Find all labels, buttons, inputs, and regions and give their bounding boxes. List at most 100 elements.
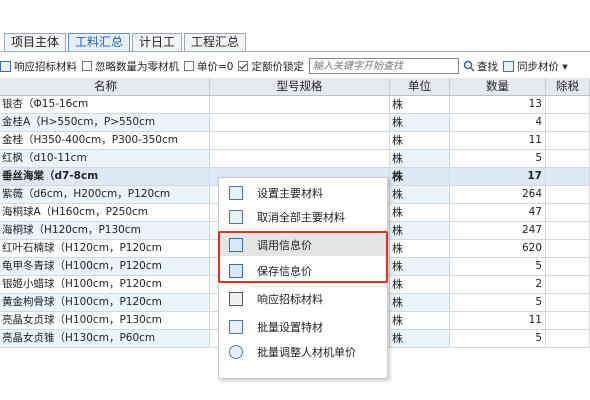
cell-unit[interactable]: 株 [390,186,450,203]
menu-item-respond-bid-material[interactable]: 响应招标材料 [219,288,387,310]
cell-tax[interactable] [546,312,590,329]
search-input[interactable] [308,58,459,74]
cell-tax[interactable] [546,294,590,311]
cell-qty[interactable]: 2 [450,276,546,293]
cell-qty[interactable]: 5 [450,330,546,347]
cell-name[interactable]: 海桐球A（H160cm，P250cm [0,204,210,221]
cell-tax[interactable] [546,204,590,221]
cell-name[interactable]: 海桐球（H120cm，P130cm [0,222,210,239]
cell-tax[interactable] [546,240,590,257]
quota-lock-box[interactable] [238,61,249,71]
respond-bid-icon [0,60,11,72]
cell-unit[interactable]: 株 [390,276,450,293]
cell-qty[interactable]: 17 [450,168,546,185]
cell-tax[interactable] [546,150,590,167]
cell-unit[interactable]: 株 [390,204,450,221]
cell-tax[interactable] [546,132,590,149]
sync-price-button[interactable]: 同步材价 ▾ [502,59,568,74]
col-header-qty[interactable]: 数量 [450,78,546,95]
cell-qty[interactable]: 11 [450,132,546,149]
cell-tax[interactable] [546,186,590,203]
cell-name[interactable]: 垂丝海棠（d7-8cm [0,168,210,185]
sync-price-label: 同步材价 ▾ [516,60,568,73]
cell-qty[interactable]: 5 [450,294,546,311]
cell-unit[interactable]: 株 [390,168,450,185]
ignore-zero-box[interactable] [82,61,92,71]
cell-name[interactable]: 金桂（H350-400cm，P300-350cm [0,132,210,149]
cell-qty[interactable]: 620 [450,240,546,257]
table-row[interactable]: 金桂（H350-400cm，P300-350cm 株 11 [0,132,590,150]
menu-label: 取消全部主要材料 [257,211,345,224]
cell-spec[interactable] [210,150,390,167]
cell-name[interactable]: 龟甲冬青球（H100cm，P120cm [0,258,210,275]
respond-bid-material-icon [229,292,243,306]
cell-spec[interactable] [210,114,390,131]
table-row[interactable]: 银杏（Φ15-16cm 株 13 [0,96,590,114]
cell-unit[interactable]: 株 [390,150,450,167]
cell-unit[interactable]: 株 [390,240,450,257]
cell-qty[interactable]: 11 [450,312,546,329]
unit-price-zero-box[interactable] [184,61,194,71]
tab-project-main[interactable]: 项目主体 [4,33,67,51]
cell-qty[interactable]: 47 [450,204,546,221]
col-header-name[interactable]: 名称 [0,78,210,95]
cell-name[interactable]: 紫薇（d6cm，H200cm，P120cm [0,186,210,203]
cell-tax[interactable] [546,114,590,131]
highlight-annotation-box [218,231,388,283]
quota-lock-label: 定额价锁定 [251,60,304,73]
col-header-tax[interactable]: 除税 [546,78,590,95]
cell-unit[interactable]: 株 [390,96,450,113]
cell-qty[interactable]: 5 [450,258,546,275]
menu-item-batch-adjust-price[interactable]: 批量调整人材机单价 [219,341,387,363]
table-row[interactable]: 金桂A（H>550cm，P>550cm 株 4 [0,114,590,132]
respond-bid-toggle[interactable]: 响应招标材料 [0,59,77,74]
cell-name[interactable]: 红叶石楠球（H120cm，P120cm [0,240,210,257]
cell-qty[interactable]: 264 [450,186,546,203]
cell-unit[interactable]: 株 [390,114,450,131]
unit-price-zero-checkbox[interactable]: 单价=0 [184,59,233,74]
cell-spec[interactable] [210,132,390,149]
table-row[interactable]: 红枫（d10-11cm 株 5 [0,150,590,168]
cell-unit[interactable]: 株 [390,258,450,275]
cell-qty[interactable]: 13 [450,96,546,113]
cell-qty[interactable]: 5 [450,150,546,167]
search-icon [463,60,475,72]
find-button[interactable]: 查找 [463,59,498,74]
tab-material-summary[interactable]: 工料汇总 [68,33,131,51]
quota-lock-checkbox[interactable]: 定额价锁定 [238,59,304,74]
col-header-spec[interactable]: 型号规格 [210,78,390,95]
cell-tax[interactable] [546,96,590,113]
tab-daywork[interactable]: 计日工 [132,33,183,51]
cell-tax[interactable] [546,222,590,239]
menu-item-set-main-material[interactable]: 设置主要材料 [219,182,387,204]
tab-project-summary[interactable]: 工程汇总 [184,33,247,51]
col-header-unit[interactable]: 单位 [390,78,450,95]
sync-price-icon [502,60,514,72]
cell-name[interactable]: 红枫（d10-11cm [0,150,210,167]
cell-spec[interactable] [210,96,390,113]
cell-name[interactable]: 银杏（Φ15-16cm [0,96,210,113]
cell-unit[interactable]: 株 [390,330,450,347]
ignore-zero-label: 忽略数量为零材机 [95,60,179,73]
cell-unit[interactable]: 株 [390,294,450,311]
cell-name[interactable]: 黄金枸骨球（H100cm，P120cm [0,294,210,311]
menu-label: 响应招标材料 [257,293,323,306]
cell-name[interactable]: 亮晶女贞锥（H130cm，P60cm [0,330,210,347]
cell-tax[interactable] [546,258,590,275]
cell-tax[interactable] [546,276,590,293]
ignore-zero-checkbox[interactable]: 忽略数量为零材机 [82,59,179,74]
cell-qty[interactable]: 247 [450,222,546,239]
batch-adjust-price-icon [229,345,243,359]
cell-unit[interactable]: 株 [390,312,450,329]
menu-item-cancel-main-material[interactable]: 取消全部主要材料 [219,206,387,228]
cell-tax[interactable] [546,330,590,347]
cell-unit[interactable]: 株 [390,222,450,239]
cell-tax[interactable] [546,168,590,185]
cell-unit[interactable]: 株 [390,132,450,149]
cell-qty[interactable]: 4 [450,114,546,131]
menu-label: 设置主要材料 [257,187,323,200]
menu-item-batch-special-material[interactable]: 批量设置特材 [219,316,387,338]
cell-name[interactable]: 金桂A（H>550cm，P>550cm [0,114,210,131]
cell-name[interactable]: 亮晶女贞球（H100cm，P130cm [0,312,210,329]
cell-name[interactable]: 银姬小蜡球（H100cm，P120cm [0,276,210,293]
